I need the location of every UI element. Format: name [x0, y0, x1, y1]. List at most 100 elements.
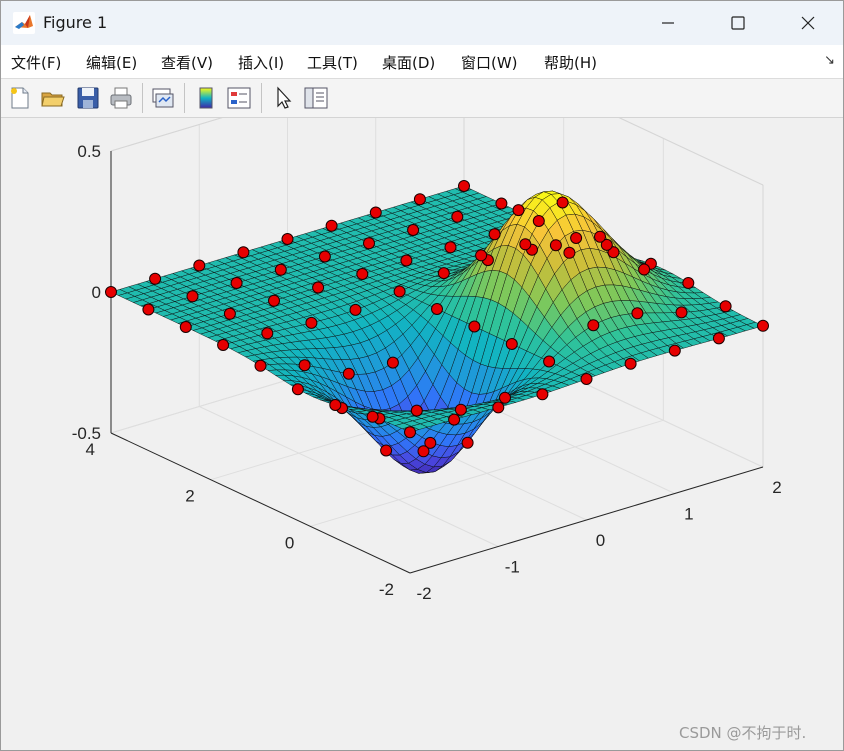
data-marker	[400, 254, 413, 267]
data-marker	[254, 359, 267, 372]
x-tick-label: 0	[596, 531, 605, 550]
figure-canvas: -2 -1 0 1 2 -2 0 2 4 -0.5 0 0.5 CSDN @不拘于时.	[1, 118, 843, 750]
menu-edit[interactable]: 编辑(E)	[86, 52, 137, 73]
data-marker	[363, 237, 375, 250]
data-marker	[712, 332, 725, 345]
data-marker	[342, 367, 355, 380]
print-icon[interactable]	[108, 85, 134, 111]
data-marker	[719, 300, 732, 313]
menu-window[interactable]: 窗口(W)	[461, 52, 518, 73]
x-tick-label: -2	[416, 584, 431, 603]
y-tick-label: -2	[379, 580, 394, 599]
minimize-icon	[662, 22, 674, 24]
data-marker	[675, 306, 688, 319]
data-marker	[536, 388, 549, 401]
data-marker	[563, 246, 576, 259]
grid-line	[618, 118, 764, 186]
title-bar: Figure 1	[1, 1, 843, 45]
colorbar-icon[interactable]	[193, 85, 219, 111]
data-marker	[468, 320, 481, 333]
data-marker	[281, 233, 294, 245]
data-marker	[488, 228, 501, 241]
data-marker	[461, 436, 474, 449]
data-marker	[413, 193, 426, 206]
watermark-text: CSDN @不拘于时.	[679, 724, 807, 742]
data-marker	[404, 426, 416, 439]
data-marker	[325, 219, 338, 232]
data-marker	[149, 272, 162, 285]
data-marker	[519, 238, 532, 251]
figure-toolbar	[1, 79, 843, 118]
data-marker	[142, 303, 155, 316]
maximize-button[interactable]	[703, 1, 773, 45]
minimize-button[interactable]	[633, 1, 703, 45]
x-axis-line	[409, 466, 764, 574]
data-marker	[454, 403, 467, 416]
data-marker	[556, 196, 569, 209]
data-marker	[186, 290, 199, 303]
data-marker	[274, 263, 287, 276]
data-marker	[312, 281, 325, 294]
data-marker	[217, 339, 230, 351]
data-marker	[193, 259, 206, 272]
close-icon	[801, 16, 815, 30]
data-marker	[682, 277, 695, 289]
axes-box-edge	[618, 118, 764, 186]
grid-line	[310, 419, 664, 527]
x-tick-label: 1	[684, 505, 693, 524]
data-marker	[223, 307, 236, 320]
undock-arrow-icon[interactable]: ↘	[824, 53, 835, 68]
data-marker	[230, 277, 243, 289]
data-marker	[369, 206, 382, 219]
data-marker	[305, 316, 318, 329]
data-marker	[407, 224, 420, 236]
data-marker	[492, 401, 505, 414]
data-marker	[512, 204, 525, 217]
data-marker	[505, 338, 518, 350]
data-marker	[448, 413, 461, 426]
property-inspector-icon[interactable]	[303, 85, 329, 111]
data-marker	[458, 180, 470, 192]
data-marker	[356, 268, 369, 280]
menu-file[interactable]: 文件(F)	[11, 52, 61, 73]
surface-plot[interactable]: -2-1012-2024-0.500.5	[1, 118, 843, 750]
menu-view[interactable]: 查看(V)	[161, 52, 213, 73]
data-marker	[417, 445, 430, 458]
figure-window: Figure 1 文件(F) 编辑(E) 查看(V) 插入(I) 工具(T) 桌…	[0, 0, 844, 751]
data-marker	[386, 356, 399, 369]
data-marker	[638, 263, 651, 276]
y-axis-line	[110, 432, 411, 574]
toolbar-separator	[261, 83, 262, 113]
data-marker	[475, 249, 488, 262]
data-marker	[179, 321, 192, 333]
x-tick-label: 2	[772, 478, 781, 497]
menu-help[interactable]: 帮助(H)	[544, 52, 597, 73]
maximize-icon	[731, 16, 745, 30]
data-marker	[291, 383, 304, 396]
menu-desktop[interactable]: 桌面(D)	[382, 52, 435, 73]
save-icon[interactable]	[75, 85, 101, 111]
menu-insert[interactable]: 插入(I)	[238, 52, 284, 73]
window-title: Figure 1	[43, 13, 108, 32]
data-marker	[380, 444, 393, 457]
data-marker	[594, 230, 606, 243]
data-marker	[298, 359, 311, 372]
z-tick-label: -0.5	[72, 424, 101, 443]
data-marker	[495, 197, 508, 210]
data-marker	[543, 355, 556, 368]
close-button[interactable]	[773, 1, 843, 45]
data-marker	[431, 303, 443, 315]
legend-icon[interactable]	[226, 85, 252, 111]
data-marker	[444, 241, 457, 254]
open-file-icon[interactable]	[40, 85, 66, 111]
link-plot-icon[interactable]	[150, 85, 176, 111]
matlab-logo-icon	[13, 12, 35, 34]
data-marker	[499, 391, 511, 404]
edit-plot-pointer-icon[interactable]	[271, 85, 297, 111]
menu-tools[interactable]: 工具(T)	[307, 52, 358, 73]
new-figure-icon[interactable]	[7, 85, 33, 111]
data-marker	[366, 410, 379, 423]
data-marker	[268, 294, 280, 307]
surface-mesh	[110, 185, 764, 474]
data-marker	[410, 404, 423, 417]
